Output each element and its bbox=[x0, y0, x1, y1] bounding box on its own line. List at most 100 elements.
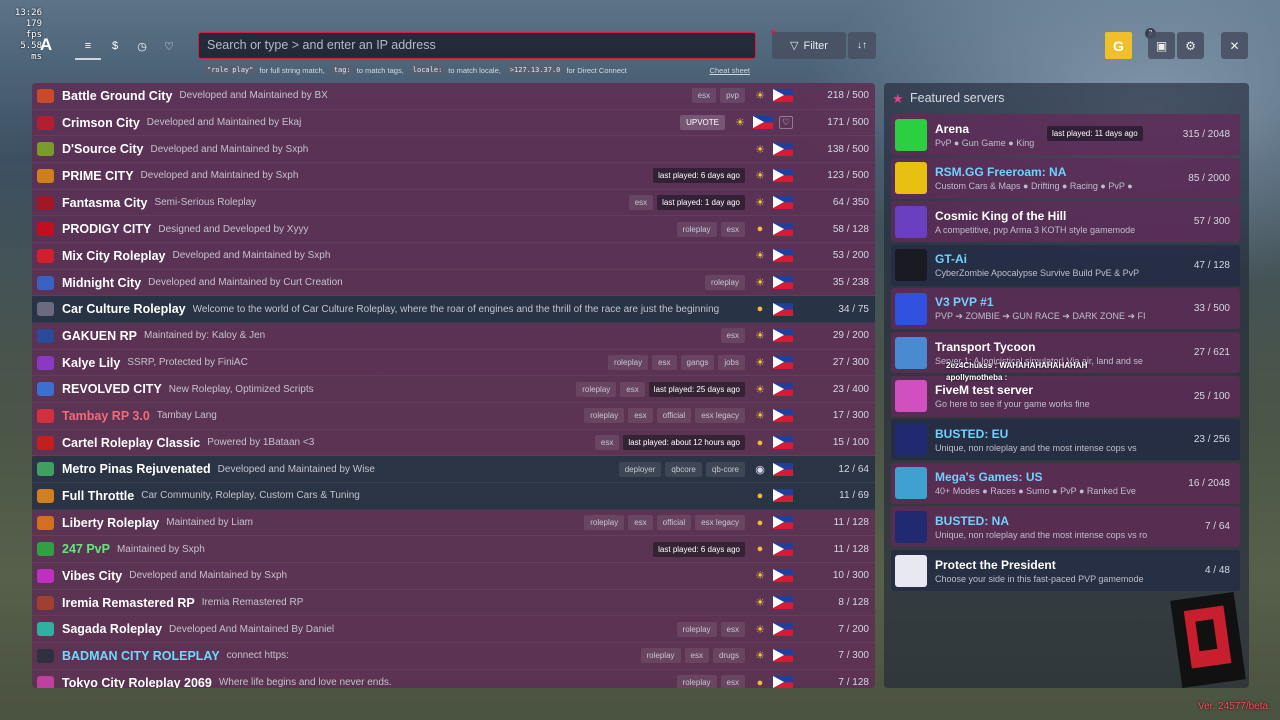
server-row[interactable]: Sagada Roleplay Developed And Maintained … bbox=[32, 616, 875, 644]
featured-server-card[interactable]: Arena PvP ● Gun Game ● King last played: 1… bbox=[891, 114, 1240, 155]
search-input[interactable]: Search or type > and enter an IP address bbox=[198, 32, 756, 59]
philippines-flag-icon bbox=[773, 169, 793, 183]
server-row[interactable]: REVOLVED CITY New Roleplay, Optimized Scr… bbox=[32, 376, 875, 404]
tag-badge[interactable]: esx legacy bbox=[695, 515, 745, 531]
tag-badge[interactable]: official bbox=[656, 515, 692, 531]
featured-server-card[interactable]: V3 PVP #1 PVP ➔ ZOMBIE ➔ GUN RACE ➔ DARK … bbox=[891, 288, 1240, 330]
tag-badge[interactable]: esx bbox=[684, 648, 709, 664]
server-icon bbox=[37, 168, 54, 183]
player-count: 171 / 500 bbox=[827, 117, 869, 128]
upvote-button[interactable]: UPVOTE bbox=[680, 115, 725, 130]
server-icon bbox=[37, 568, 54, 583]
tag-badge[interactable]: roleplay bbox=[676, 221, 717, 237]
server-row[interactable]: Kalye Lily SSRP, Protected by FiniAC rolep… bbox=[32, 349, 875, 377]
server-row[interactable]: PRIME CITY Developed and Maintained by Sx… bbox=[32, 163, 875, 190]
tag-badge[interactable]: esx bbox=[720, 221, 745, 237]
search-hints: "role play" for full string match, tag: to… bbox=[204, 64, 750, 76]
sort-icon[interactable]: ↓↑ bbox=[848, 32, 876, 59]
server-list: Battle Ground City Developed and Maintain… bbox=[32, 83, 875, 688]
tag-badge[interactable]: official bbox=[656, 408, 692, 424]
featured-server-card[interactable]: RSM.GG Freeroam: NA Custom Cars & Maps ● … bbox=[891, 157, 1240, 199]
featured-server-card[interactable]: BUSTED: NA Unique, non roleplay and the m… bbox=[891, 506, 1240, 548]
heart-icon[interactable]: ♡ bbox=[156, 36, 182, 56]
featured-player-count: 7 / 64 bbox=[1204, 521, 1230, 533]
featured-server-card[interactable]: BUSTED: EU Unique, non roleplay and the m… bbox=[891, 419, 1240, 461]
close-icon[interactable]: ✕ bbox=[1221, 32, 1248, 59]
tag-badge[interactable]: roleplay bbox=[704, 275, 745, 291]
server-row[interactable]: Cartel Roleplay Classic Powered by 1Bataa… bbox=[32, 429, 875, 457]
tag-badge[interactable]: esx bbox=[628, 195, 654, 211]
tag-badge[interactable]: esx bbox=[652, 355, 677, 371]
server-row[interactable]: PRODIGY CITY Designed and Developed by Xy… bbox=[32, 216, 875, 244]
server-row[interactable]: Liberty Roleplay Maintained by Liam rolepl… bbox=[32, 509, 875, 537]
player-count: 64 / 350 bbox=[832, 197, 869, 209]
tag-badge[interactable]: esx legacy bbox=[695, 408, 745, 424]
tag-badge[interactable]: esx bbox=[620, 381, 645, 397]
avatar[interactable]: G bbox=[1105, 32, 1132, 59]
notifications-icon[interactable]: ▣ bbox=[1148, 32, 1175, 59]
tag-badge[interactable]: gangs bbox=[680, 355, 715, 371]
tag-badge[interactable]: roleplay bbox=[608, 355, 649, 371]
server-row[interactable]: Midnight City Developed and Maintained by… bbox=[32, 269, 875, 297]
player-count: 34 / 75 bbox=[838, 303, 869, 315]
server-row[interactable]: Iremia Remastered RP Iremia Remastered RP… bbox=[32, 589, 875, 617]
featured-server-name: GT-Ai bbox=[935, 252, 967, 267]
heart-icon[interactable]: ♡ bbox=[779, 116, 793, 129]
hint-code: locale: bbox=[409, 65, 446, 75]
server-row[interactable]: Tambay RP 3.0 Tambay Lang roleplay esx offic… bbox=[32, 403, 875, 430]
server-row[interactable]: Tokyo City Roleplay 2069 Where life begin… bbox=[32, 669, 875, 688]
server-row[interactable]: Full Throttle Car Community, Roleplay, Cu… bbox=[32, 483, 875, 510]
featured-player-count: 57 / 300 bbox=[1193, 216, 1230, 228]
tag-badge[interactable]: qbcore bbox=[665, 461, 702, 477]
featured-server-icon bbox=[895, 292, 927, 325]
tag-badge[interactable]: drugs bbox=[712, 648, 745, 664]
tag-badge[interactable]: roleplay bbox=[640, 648, 681, 664]
tag-badge[interactable]: roleplay bbox=[676, 621, 717, 637]
tag-badge[interactable]: esx bbox=[720, 675, 745, 688]
server-row[interactable]: Metro Pinas Rejuvenated Developed and Mai… bbox=[32, 456, 875, 484]
server-row[interactable]: Fantasma City Semi-Serious Roleplay esx las… bbox=[32, 189, 875, 217]
tag-badge[interactable]: deployer bbox=[618, 461, 662, 477]
tag-badge[interactable]: esx bbox=[691, 88, 717, 104]
tag-badge[interactable]: pvp bbox=[720, 88, 745, 104]
list-icon[interactable]: ≡ bbox=[75, 36, 101, 60]
server-row[interactable]: BADMAN CITY ROLEPLAY connect https: rolepl… bbox=[32, 643, 875, 670]
tag-badge[interactable]: qb-core bbox=[705, 461, 745, 477]
watermark-logo bbox=[1170, 591, 1246, 689]
tag-badge[interactable]: jobs bbox=[718, 355, 745, 371]
sun-icon: ☀ bbox=[755, 90, 765, 103]
tag-badge[interactable]: roleplay bbox=[584, 515, 625, 531]
server-name: GAKUEN RP bbox=[62, 328, 138, 343]
featured-server-name: RSM.GG Freeroam: NA bbox=[935, 165, 1067, 180]
player-count: 123 / 500 bbox=[827, 170, 869, 182]
server-row[interactable]: D'Source City Developed and Maintained by… bbox=[32, 136, 875, 164]
fivem-logo[interactable]: A bbox=[37, 36, 55, 54]
dollar-icon[interactable]: $ bbox=[102, 36, 128, 56]
status-orb-icon: ● bbox=[756, 516, 764, 529]
sun-icon: ☀ bbox=[755, 250, 765, 263]
tag-badge[interactable]: esx bbox=[628, 515, 653, 531]
server-row[interactable]: Battle Ground City Developed and Maintain… bbox=[32, 83, 875, 110]
featured-server-icon bbox=[895, 467, 927, 500]
tag-badge[interactable]: roleplay bbox=[584, 408, 625, 424]
featured-server-card[interactable]: Cosmic King of the Hill A competitive, pv… bbox=[891, 201, 1240, 243]
sun-icon: ☀ bbox=[755, 357, 765, 370]
settings-icon[interactable]: ⚙ bbox=[1177, 32, 1204, 59]
tag-badge[interactable]: roleplay bbox=[576, 381, 617, 397]
server-row[interactable]: Vibes City Developed and Maintained by Sx… bbox=[32, 563, 875, 590]
server-row[interactable]: Car Culture Roleplay Welcome to the world… bbox=[32, 296, 875, 324]
tag-badge[interactable]: esx bbox=[720, 621, 745, 637]
tag-badge[interactable]: esx bbox=[594, 435, 620, 451]
featured-server-card[interactable]: GT-Ai CyberZombie Apocalypse Survive Buil… bbox=[891, 244, 1240, 286]
tag-badge[interactable]: esx bbox=[628, 408, 653, 424]
server-row[interactable]: Mix City Roleplay Developed and Maintaine… bbox=[32, 243, 875, 270]
server-row[interactable]: GAKUEN RP Maintained by: Kaloy & Jen esx ☀ 2… bbox=[32, 323, 875, 350]
filter-button[interactable]: ▽ Filter bbox=[772, 32, 846, 59]
server-row[interactable]: 247 PvP Maintained by Sxph last played: 6 … bbox=[32, 536, 875, 564]
cheat-sheet-link[interactable]: Cheat sheet bbox=[710, 66, 750, 75]
tag-badge[interactable]: roleplay bbox=[676, 675, 717, 688]
server-row[interactable]: Crimson City Developed and Maintained by … bbox=[32, 109, 875, 137]
history-icon[interactable]: ◷ bbox=[129, 36, 155, 56]
tag-badge[interactable]: esx bbox=[720, 328, 745, 344]
featured-server-card[interactable]: Mega's Games: US 40+ Modes ● Races ● Sumo… bbox=[891, 462, 1240, 504]
